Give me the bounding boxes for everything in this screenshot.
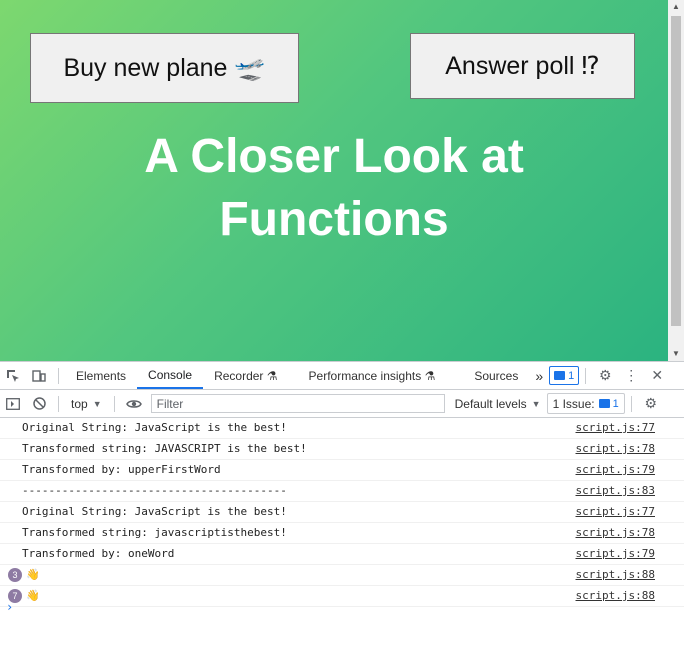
messages-badge[interactable]: 1 (549, 366, 580, 385)
dropdown-arrow-icon: ▼ (531, 398, 541, 409)
divider (585, 367, 587, 384)
console-toolbar: top ▼ Default levels ▼ 1 Issue: 1 ⚙ (0, 390, 684, 418)
source-link[interactable]: script.js:79 (576, 544, 655, 564)
console-message: Transformed by: oneWord (22, 547, 175, 560)
issues-badge: 1 (598, 395, 619, 412)
repeated-message: 3 👋 (8, 565, 40, 585)
more-tabs-icon[interactable]: » (529, 362, 549, 389)
tab-recorder[interactable]: Recorder ⚗ (203, 362, 288, 389)
source-link[interactable]: script.js:79 (576, 460, 655, 480)
console-message: Original String: JavaScript is the best! (22, 505, 287, 518)
source-link[interactable]: script.js:88 (576, 586, 655, 606)
source-link[interactable]: script.js:77 (576, 418, 655, 438)
scrollbar-thumb[interactable] (671, 16, 681, 326)
console-row: Transformed string: javascriptisthebest!… (0, 523, 684, 544)
issues-label: 1 Issue: (552, 396, 595, 411)
buy-plane-button[interactable]: Buy new plane 🛫 (30, 33, 299, 103)
tab-console[interactable]: Console (137, 362, 204, 389)
console-message: Transformed by: upperFirstWord (22, 463, 221, 476)
console-row: Original String: JavaScript is the best!… (0, 502, 684, 523)
inspect-element-icon[interactable] (0, 362, 26, 389)
issues-button[interactable]: 1 Issue: 1 (546, 393, 625, 414)
console-message: Transformed string: javascriptisthebest! (22, 526, 287, 539)
console-settings-gear-icon[interactable]: ⚙ (638, 390, 664, 417)
divider (630, 395, 632, 412)
messages-count: 1 (568, 369, 575, 382)
kebab-menu-icon[interactable]: ⋮ (618, 362, 644, 389)
divider (58, 395, 59, 412)
console-message: ---------------------------------------- (22, 484, 287, 497)
tab-sources[interactable]: Sources (446, 362, 529, 389)
console-row: ----------------------------------------… (0, 481, 684, 502)
page-title-line1: A Closer Look at (144, 130, 524, 183)
scroll-down-icon[interactable]: ▼ (668, 347, 684, 361)
page-viewport: Buy new plane 🛫 Answer poll ⁉ A Closer L… (0, 0, 668, 361)
sidebar-toggle-icon[interactable] (0, 390, 26, 417)
tab-elements[interactable]: Elements (65, 362, 137, 389)
console-message: Transformed string: JAVASCRIPT is the be… (22, 442, 307, 455)
page-scrollbar[interactable]: ▲ ▼ (668, 0, 684, 361)
source-link[interactable]: script.js:88 (576, 565, 655, 585)
console-row: Original String: JavaScript is the best!… (0, 418, 684, 439)
dropdown-arrow-icon: ▼ (92, 398, 102, 409)
device-toolbar-icon[interactable] (26, 362, 52, 389)
divider (113, 395, 115, 412)
waving-hand-icon: 👋 (26, 568, 40, 581)
settings-gear-icon[interactable]: ⚙ (592, 362, 618, 389)
divider (58, 367, 59, 384)
tab-performance-insights[interactable]: Performance insights ⚗ (289, 362, 447, 389)
console-log: Original String: JavaScript is the best!… (0, 418, 684, 614)
live-expression-eye-icon[interactable] (121, 390, 147, 417)
devtools-tabbar: Elements Console Recorder ⚗ Performance … (0, 362, 684, 390)
scroll-up-icon[interactable]: ▲ (668, 0, 684, 14)
waving-hand-icon: 👋 (26, 589, 40, 602)
console-message: Original String: JavaScript is the best! (22, 421, 287, 434)
context-selector[interactable]: top ▼ (65, 397, 108, 411)
console-row: Transformed by: upperFirstWord script.js:… (0, 460, 684, 481)
console-row-repeated: 7 👋 script.js:88 (0, 586, 684, 607)
message-icon (554, 371, 566, 380)
answer-poll-button[interactable]: Answer poll ⁉ (410, 33, 635, 99)
repeat-count-badge: 3 (8, 568, 22, 582)
source-link[interactable]: script.js:78 (576, 523, 655, 543)
console-row: Transformed by: oneWord script.js:79 (0, 544, 684, 565)
context-label: top (71, 396, 88, 411)
source-link[interactable]: script.js:83 (576, 481, 655, 501)
issues-count: 1 (612, 397, 619, 410)
log-levels-dropdown[interactable]: Default levels ▼ (449, 397, 547, 411)
console-prompt[interactable]: › (6, 600, 13, 614)
devtools-panel: Elements Console Recorder ⚗ Performance … (0, 361, 684, 669)
page-title: A Closer Look at Functions (0, 125, 668, 251)
console-row-repeated: 3 👋 script.js:88 (0, 565, 684, 586)
log-levels-label: Default levels (454, 396, 527, 411)
close-devtools-icon[interactable]: ✕ (644, 362, 670, 389)
console-row: Transformed string: JAVASCRIPT is the be… (0, 439, 684, 460)
source-link[interactable]: script.js:78 (576, 439, 655, 459)
issue-icon (598, 399, 610, 408)
source-link[interactable]: script.js:77 (576, 502, 655, 522)
page-title-line2: Functions (219, 193, 449, 246)
console-filter-input[interactable] (150, 394, 445, 413)
clear-console-icon[interactable] (26, 390, 52, 417)
